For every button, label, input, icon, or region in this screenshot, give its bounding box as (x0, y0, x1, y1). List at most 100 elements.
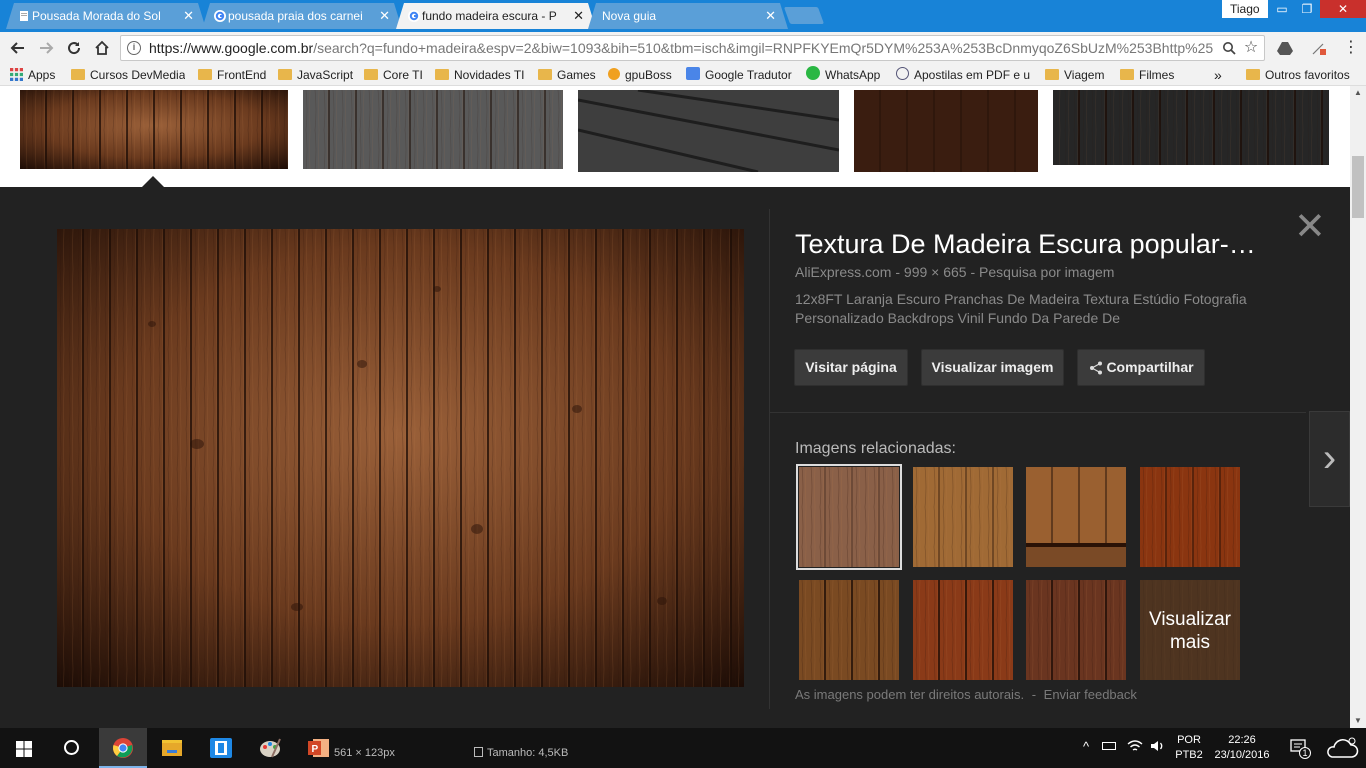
reload-button[interactable] (63, 37, 85, 59)
clock-time: 22:26 (1228, 734, 1256, 746)
result-thumbnail[interactable] (303, 90, 563, 169)
taskbar-paint[interactable] (246, 728, 294, 768)
url-path: /search?q=fundo+madeira&espv=2&biw=1093&… (313, 40, 1214, 56)
translate-icon (686, 67, 700, 80)
result-thumbnail[interactable] (1053, 90, 1329, 165)
bookmark-frontend[interactable]: FrontEnd (198, 64, 266, 86)
bookmark-games[interactable]: Games (538, 64, 596, 86)
extension-icon[interactable] (1308, 37, 1330, 59)
vertical-scrollbar[interactable]: ▲ ▼ (1350, 86, 1366, 728)
bookmark-whatsapp[interactable]: WhatsApp (806, 64, 880, 86)
bookmark-filmes[interactable]: Filmes (1120, 64, 1174, 86)
restore-button[interactable]: ❐ (1294, 0, 1320, 18)
back-button[interactable] (7, 37, 29, 59)
bookmarks-bar: Apps Cursos DevMedia FrontEnd JavaScript… (0, 64, 1366, 86)
zoom-icon[interactable] (1219, 38, 1239, 58)
profile-button[interactable]: Tiago (1222, 0, 1268, 18)
bookmark-novidades-ti[interactable]: Novidades TI (435, 64, 524, 86)
scroll-up-icon[interactable]: ▲ (1350, 86, 1366, 100)
tab-nova-guia[interactable]: Nova guia ✕ (588, 3, 788, 29)
url-text[interactable]: https://www.google.com.br/search?q=fundo… (149, 36, 1217, 60)
related-image[interactable] (913, 467, 1013, 567)
source-domain[interactable]: AliExpress.com (795, 264, 891, 280)
google-icon (214, 10, 226, 22)
bookmark-star-icon[interactable]: ☆ (1241, 38, 1261, 58)
close-tab-icon[interactable]: ✕ (573, 3, 584, 29)
drive-extension-icon[interactable] (1274, 37, 1296, 59)
page-content: ✕ Textura De Madeira Escura popular-… Al… (0, 86, 1350, 728)
search-by-image-link[interactable]: Pesquisa por imagem (979, 264, 1114, 280)
related-image[interactable] (913, 580, 1013, 680)
results-strip (0, 86, 1350, 187)
view-more-button[interactable]: Visualizar mais (1140, 580, 1240, 680)
bookmark-javascript[interactable]: JavaScript (278, 64, 353, 86)
battery-icon[interactable] (1102, 741, 1116, 753)
volume-icon[interactable] (1150, 739, 1166, 756)
close-window-button[interactable]: ✕ (1320, 0, 1366, 18)
bookmark-apps[interactable]: Apps (10, 64, 55, 86)
wifi-icon[interactable] (1127, 739, 1143, 756)
language-indicator[interactable]: POR PTB2 (1172, 733, 1206, 763)
folder-icon (1120, 69, 1134, 80)
taskbar-file-explorer[interactable] (148, 728, 196, 768)
visit-page-button[interactable]: Visitar página (794, 349, 908, 386)
bookmark-apostilas[interactable]: Apostilas em PDF e u (896, 64, 1032, 86)
chevron-up-icon[interactable]: ^ (1079, 739, 1093, 754)
title-bar: Pousada Morada do Sol ✕ pousada praia do… (0, 0, 1366, 32)
related-images-heading: Imagens relacionadas: (795, 440, 956, 457)
result-thumbnail[interactable] (20, 90, 288, 169)
related-image[interactable] (1026, 467, 1126, 567)
tab-title: fundo madeira escura - P (422, 9, 557, 23)
preview-image[interactable] (57, 229, 744, 687)
bookmark-outros-favoritos[interactable]: Outros favoritos (1246, 64, 1350, 86)
action-center-icon[interactable]: 1 (1288, 738, 1311, 759)
send-feedback-link[interactable]: Enviar feedback (1044, 687, 1137, 702)
clock[interactable]: 22:26 23/10/2016 (1210, 733, 1274, 763)
start-button[interactable] (0, 728, 48, 768)
apps-grid-icon (10, 68, 23, 81)
share-button[interactable]: Compartilhar (1077, 349, 1205, 386)
folder-icon (435, 69, 449, 80)
info-icon[interactable]: i (127, 41, 141, 55)
tab-pousada-morada[interactable]: Pousada Morada do Sol ✕ (6, 3, 206, 29)
disk-icon (474, 747, 483, 757)
arrow-right-icon (40, 42, 54, 54)
bookmarks-overflow-button[interactable]: » (1214, 64, 1222, 86)
image-title[interactable]: Textura De Madeira Escura popular-… (795, 229, 1270, 260)
taskbar-chrome[interactable] (99, 728, 147, 768)
tab-fundo-madeira[interactable]: fundo madeira escura - P ✕ (396, 3, 596, 29)
close-tab-icon[interactable]: ✕ (183, 3, 194, 29)
forward-button[interactable] (35, 37, 57, 59)
new-tab-button[interactable] (783, 7, 825, 24)
view-image-button[interactable]: Visualizar imagem (921, 349, 1064, 386)
taskbar-app[interactable] (197, 728, 245, 768)
selected-caret (142, 176, 164, 187)
bookmark-viagem[interactable]: Viagem (1045, 64, 1104, 86)
address-bar[interactable]: i https://www.google.com.br/search?q=fun… (120, 35, 1265, 61)
close-tab-icon[interactable]: ✕ (379, 3, 390, 29)
related-image[interactable] (796, 464, 902, 570)
related-image[interactable] (1140, 467, 1240, 567)
related-image[interactable] (799, 580, 899, 680)
bookmark-core-ti[interactable]: Core TI (364, 64, 423, 86)
related-image[interactable] (1026, 580, 1126, 680)
folder-icon (1045, 69, 1059, 80)
menu-icon[interactable]: ⋮ (1340, 37, 1362, 59)
scroll-down-icon[interactable]: ▼ (1350, 714, 1366, 728)
home-button[interactable] (91, 37, 113, 59)
cortana-button[interactable] (48, 728, 96, 768)
scrollbar-thumb[interactable] (1352, 156, 1364, 218)
result-thumbnail[interactable] (854, 90, 1038, 172)
close-icon[interactable]: ✕ (1294, 208, 1326, 246)
next-image-button[interactable]: › (1309, 411, 1350, 507)
panel-divider (769, 209, 770, 709)
result-thumbnail[interactable] (578, 90, 839, 172)
bookmark-gpuboss[interactable]: gpuBoss (608, 64, 672, 86)
bookmark-google-tradutor[interactable]: Google Tradutor (686, 64, 792, 86)
minimize-button[interactable]: ▭ (1268, 0, 1296, 18)
folder-icon (364, 69, 378, 80)
weather-icon[interactable] (1324, 735, 1360, 764)
tab-pousada-praia[interactable]: pousada praia dos carnei ✕ (202, 3, 402, 29)
close-tab-icon[interactable]: ✕ (765, 3, 776, 29)
bookmark-cursos-devmedia[interactable]: Cursos DevMedia (71, 64, 185, 86)
